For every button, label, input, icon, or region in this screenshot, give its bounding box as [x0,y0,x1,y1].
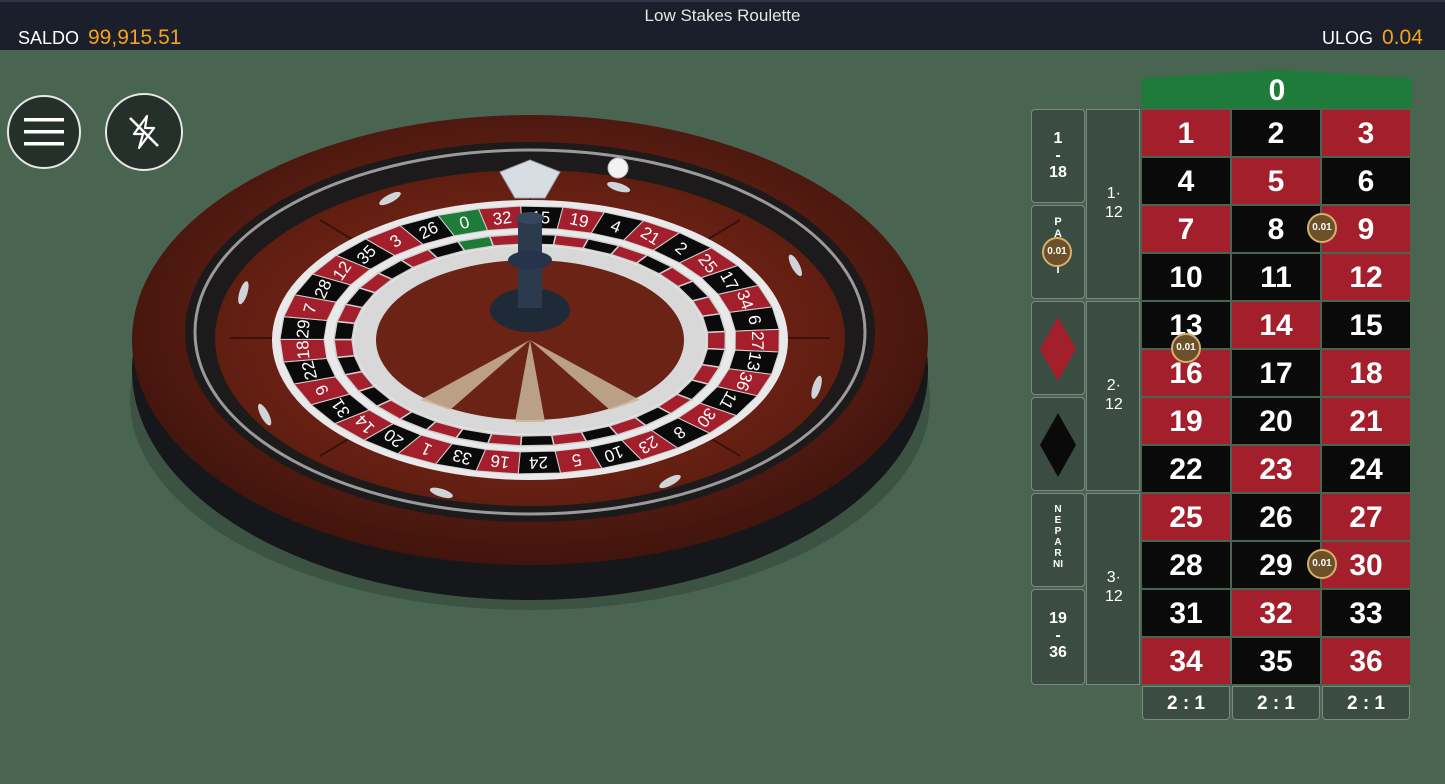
odd-label: NEPARNI [1053,504,1063,570]
bet-label: ULOG [1322,28,1374,48]
game-title: Low Stakes Roulette [644,6,801,25]
chip[interactable]: 0.01 [1042,237,1072,267]
bet-column-3[interactable]: 2 : 1 [1322,686,1410,720]
wheel-number-label: 32 [492,208,513,229]
bet-odd[interactable]: NEPARNI [1031,493,1085,587]
number-bet-7[interactable]: 7 [1142,206,1230,252]
number-bet-21[interactable]: 21 [1322,398,1410,444]
number-bet-3[interactable]: 3 [1322,110,1410,156]
number-bet-33[interactable]: 33 [1322,590,1410,636]
wheel-number-label: 13 [743,350,765,372]
roulette-ball [607,157,629,179]
number-bet-10[interactable]: 10 [1142,254,1230,300]
balance-value: 99,915.51 [88,26,182,49]
number-bet-32[interactable]: 32 [1232,590,1320,636]
wheel-pocket [519,434,555,447]
number-bet-23[interactable]: 23 [1232,446,1320,492]
chip[interactable]: 0.01 [1307,549,1337,579]
number-bet-11[interactable]: 11 [1232,254,1320,300]
bet-low-1-18[interactable]: 1 - 18 [1031,109,1085,203]
dozen-2-label: 2· 12 [1105,377,1123,413]
hamburger-menu-icon [24,118,64,146]
balance-label: SALDO [18,28,80,48]
bet-high-19-36[interactable]: 19 - 36 [1031,589,1085,685]
wheel-number-label: 16 [489,451,510,472]
number-bet-6[interactable]: 6 [1322,158,1410,204]
bet-dozen-1[interactable]: 1· 12 [1086,109,1140,299]
zero-pocket-bet[interactable]: 0 [1142,70,1412,108]
number-bet-26[interactable]: 26 [1232,494,1320,540]
number-bet-20[interactable]: 20 [1232,398,1320,444]
bet-column-1[interactable]: 2 : 1 [1142,686,1230,720]
number-bet-18[interactable]: 18 [1322,350,1410,396]
wheel-pocket [706,330,727,351]
number-bet-14[interactable]: 14 [1232,302,1320,348]
bet-dozen-3[interactable]: 3· 12 [1086,493,1140,685]
number-bet-15[interactable]: 15 [1322,302,1410,348]
dozen-3-label: 3· 12 [1105,569,1123,605]
top-bar: Low Stakes Roulette SALDO 99,915.51 ULOG… [0,0,1445,50]
number-bet-5[interactable]: 5 [1232,158,1320,204]
bet-value: 0.04 [1382,26,1423,49]
number-bet-28[interactable]: 28 [1142,542,1230,588]
wheel-pocket [333,338,356,359]
bet-column-2[interactable]: 2 : 1 [1232,686,1320,720]
number-bet-19[interactable]: 19 [1142,398,1230,444]
number-bet-1[interactable]: 1 [1142,110,1230,156]
wheel-number-label: 27 [748,331,767,350]
roulette-wheel: 0321519421225173462713361130823105241633… [130,115,930,610]
number-bet-35[interactable]: 35 [1232,638,1320,684]
low-label: 1 - 18 [1049,130,1067,181]
wheel-pocket [486,432,523,447]
bet-black[interactable] [1031,397,1085,491]
number-bet-27[interactable]: 27 [1322,494,1410,540]
number-bet-4[interactable]: 4 [1142,158,1230,204]
chip[interactable]: 0.01 [1307,213,1337,243]
number-bet-2[interactable]: 2 [1232,110,1320,156]
wheel-number-label: 29 [293,319,314,340]
wheel-number-label: 19 [568,209,591,232]
number-bet-17[interactable]: 17 [1232,350,1320,396]
wheel-number-label: 18 [293,340,313,360]
dozen-1-label: 1· 12 [1105,185,1123,221]
wheel-pocket [333,320,356,341]
number-bet-22[interactable]: 22 [1142,446,1230,492]
number-bet-36[interactable]: 36 [1322,638,1410,684]
number-bet-25[interactable]: 25 [1142,494,1230,540]
number-bet-12[interactable]: 12 [1322,254,1410,300]
bet-dozen-2[interactable]: 2· 12 [1086,301,1140,491]
bet-red[interactable] [1031,301,1085,395]
number-bet-24[interactable]: 24 [1322,446,1410,492]
red-diamond-icon [1040,317,1076,381]
black-diamond-icon [1040,413,1076,477]
number-bet-31[interactable]: 31 [1142,590,1230,636]
chip[interactable]: 0.01 [1171,333,1201,363]
number-bet-34[interactable]: 34 [1142,638,1230,684]
high-label: 19 - 36 [1049,610,1067,661]
wheel-number-label: 24 [529,453,549,473]
menu-button[interactable] [7,95,81,169]
